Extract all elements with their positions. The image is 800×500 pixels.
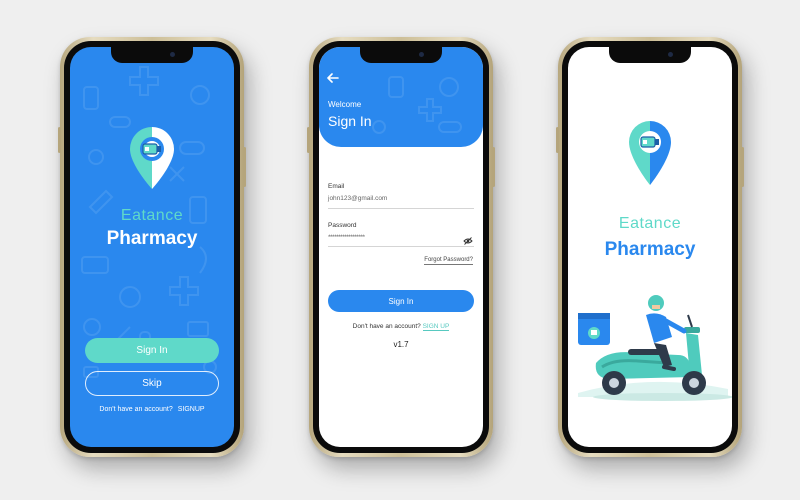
password-label: Password: [328, 222, 357, 229]
phone-splash: Eatance Pharmacy Sign In Skip Don't have…: [58, 37, 246, 457]
phone-volume-button: [556, 127, 559, 153]
location-pin-icon: [629, 121, 671, 185]
welcome-text: Welcome: [328, 100, 362, 109]
delivery-scooter-illustration: [578, 295, 732, 401]
phone-notch: [360, 47, 442, 63]
signup-prompt: Don't have an account? SIGNUP: [70, 406, 234, 413]
password-field[interactable]: ******************: [328, 234, 365, 241]
signup-link[interactable]: SIGN UP: [422, 323, 450, 331]
delivery-splash-screen: Eatance Pharmacy: [568, 47, 732, 447]
phone-volume-button: [58, 127, 61, 153]
phone-delivery: Eatance Pharmacy: [556, 37, 744, 457]
skip-button[interactable]: Skip: [85, 371, 219, 396]
forgot-password-link[interactable]: Forgot Password?: [424, 256, 473, 265]
phone-power-button: [741, 147, 744, 187]
brand-name: Eatance: [120, 207, 184, 224]
phone-notch: [111, 47, 193, 63]
email-field[interactable]: john123@gmail.com: [328, 195, 387, 202]
sign-in-button[interactable]: Sign In: [85, 338, 219, 363]
no-account-text: Don't have an account?: [99, 406, 173, 413]
password-underline: [328, 246, 474, 247]
page-title: Sign In: [328, 113, 372, 129]
email-label: Email: [328, 183, 345, 190]
signin-screen: Welcome Sign In Email john123@gmail.com …: [319, 47, 483, 447]
phone-power-button: [492, 147, 495, 187]
signup-link[interactable]: SIGNUP: [178, 406, 205, 413]
phone-signin: Welcome Sign In Email john123@gmail.com …: [307, 37, 495, 457]
app-version: v1.7: [393, 340, 409, 349]
brand-name: Eatance: [618, 215, 682, 232]
no-account-text: Don't have an account?: [352, 323, 421, 330]
pharmacy-logo: [627, 119, 673, 192]
brand-product: Pharmacy: [604, 239, 696, 260]
email-underline: [328, 208, 474, 209]
signup-prompt: Don't have an account? SIGN UP: [319, 323, 483, 331]
pharmacy-logo: [128, 125, 176, 196]
phone-notch: [609, 47, 691, 63]
location-pin-icon: [130, 127, 174, 189]
brand-product: Pharmacy: [106, 228, 198, 249]
phone-volume-button: [307, 127, 310, 153]
splash-screen: Eatance Pharmacy Sign In Skip Don't have…: [70, 47, 234, 447]
sign-in-button[interactable]: Sign In: [328, 290, 474, 312]
eye-off-icon[interactable]: [463, 232, 473, 250]
back-arrow-icon[interactable]: [327, 71, 339, 85]
phone-power-button: [243, 147, 246, 187]
